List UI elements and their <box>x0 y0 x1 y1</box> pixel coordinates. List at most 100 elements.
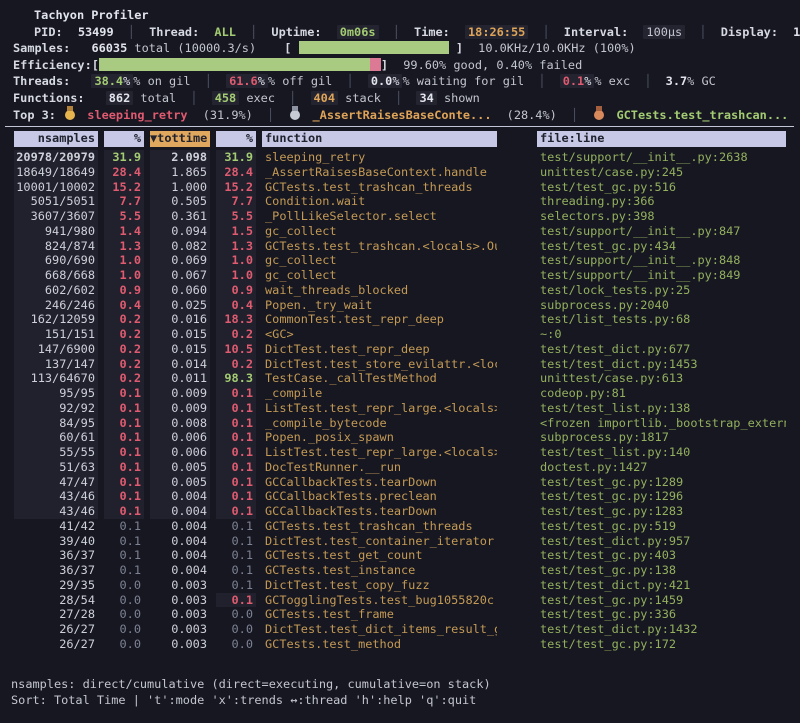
cell-tottime: 0.094 <box>150 224 210 239</box>
cell-nsamples: 151/151 <box>14 327 98 342</box>
table-row[interactable]: 162/12059 0.2 0.016 18.3 CommonTest.test… <box>0 312 800 327</box>
top3-function-2[interactable]: _AssertRaisesBaseConte... <box>313 108 492 122</box>
cell-function: DictTest.test_copy_fuzz <box>262 578 497 593</box>
col-header-function[interactable]: function <box>262 131 497 147</box>
cell-pct-direct: 0.1 <box>104 401 144 416</box>
gold-medal-icon <box>65 110 75 120</box>
samples-count: 66035 <box>91 41 127 55</box>
table-row[interactable]: 29/35 0.0 0.003 0.1 DictTest.test_copy_f… <box>0 578 800 593</box>
cell-pct-cum: 0.1 <box>216 416 256 431</box>
cell-file: test/test_gc.py:172 <box>537 637 786 652</box>
top3-function-1[interactable]: sleeping_retry <box>87 108 187 122</box>
cell-pct-cum: 15.2 <box>216 180 256 195</box>
cell-pct-direct: 0.1 <box>104 548 144 563</box>
cell-nsamples: 147/6900 <box>14 342 98 357</box>
cell-file: test/test_gc.py:516 <box>537 180 786 195</box>
col-header-tottime-sorted[interactable]: ▼tottime <box>150 131 210 147</box>
cell-pct-direct: 31.9 <box>104 150 144 165</box>
table-row[interactable]: 55/55 0.1 0.006 0.1 ListTest.test_repr_l… <box>0 445 800 460</box>
table-row[interactable]: 824/874 1.3 0.082 1.3 GCTests.test_trash… <box>0 239 800 254</box>
efficiency-result-text: 99.60% good, 0.40% failed <box>403 58 582 72</box>
threads-exc-value: 0.1 <box>563 74 584 88</box>
cell-function: DictTest.test_repr_deep <box>262 342 497 357</box>
cell-file: threading.py:366 <box>537 194 786 209</box>
col-header-file-line[interactable]: file:line <box>537 131 786 147</box>
cell-pct-direct: 0.1 <box>104 416 144 431</box>
cell-function: _PollLikeSelector.select <box>262 209 497 224</box>
cell-function: GCCallbackTests.tearDown <box>262 475 497 490</box>
table-row[interactable]: 84/95 0.1 0.008 0.1 _compile_bytecode <f… <box>0 416 800 431</box>
table-row[interactable]: 28/54 0.0 0.003 0.1 GCTogglingTests.test… <box>0 593 800 608</box>
table-row[interactable]: 137/147 0.2 0.014 0.2 DictTest.test_stor… <box>0 357 800 372</box>
function-table: 20978/20979 31.9 2.098 31.9 sleeping_ret… <box>0 150 800 652</box>
cell-nsamples: 137/147 <box>14 357 98 372</box>
threads-waiting-value: 0.0 <box>371 74 392 88</box>
table-row[interactable]: 3607/3607 5.5 0.361 5.5 _PollLikeSelecto… <box>0 209 800 224</box>
cell-nsamples: 95/95 <box>14 386 98 401</box>
table-row[interactable]: 113/64670 0.2 0.011 98.3 TestCase._callT… <box>0 371 800 386</box>
cell-pct-direct: 0.1 <box>104 430 144 445</box>
cell-pct-direct: 0.0 <box>104 607 144 622</box>
top3-line: Top 3: sleeping_retry (31.9%) │ _AssertR… <box>0 107 800 124</box>
table-row[interactable]: 690/690 1.0 0.069 1.0 gc_collect test/su… <box>0 253 800 268</box>
table-row[interactable]: 51/63 0.1 0.005 0.1 DocTestRunner.__run … <box>0 460 800 475</box>
cell-function: _compile_bytecode <box>262 416 497 431</box>
col-header-nsamples[interactable]: nsamples <box>14 131 98 147</box>
separator: │ <box>531 74 552 88</box>
cell-function: GCTests.test_trashcan_threads <box>262 180 497 195</box>
table-row[interactable]: 39/40 0.1 0.004 0.1 DictTest.test_contai… <box>0 534 800 549</box>
table-row[interactable]: 10001/10002 15.2 1.000 15.2 GCTests.test… <box>0 180 800 195</box>
table-row[interactable]: 147/6900 0.2 0.015 10.5 DictTest.test_re… <box>0 342 800 357</box>
cell-pct-direct: 0.1 <box>104 519 144 534</box>
table-row[interactable]: 26/27 0.0 0.003 0.0 DictTest.test_dict_i… <box>0 622 800 637</box>
table-row[interactable]: 941/980 1.4 0.094 1.5 gc_collect test/su… <box>0 224 800 239</box>
table-row[interactable]: 151/151 0.2 0.015 0.2 <GC> ~:0 <box>0 327 800 342</box>
table-row[interactable]: 60/61 0.1 0.006 0.1 Popen._posix_spawn s… <box>0 430 800 445</box>
table-row[interactable]: 5051/5051 7.7 0.505 7.7 Condition.wait t… <box>0 194 800 209</box>
table-row[interactable]: 43/46 0.1 0.004 0.1 GCCallbackTests.tear… <box>0 504 800 519</box>
top3-function-3[interactable]: GCTests.test_trashcan... <box>616 108 788 122</box>
cell-file: test/support/__init__.py:849 <box>537 268 786 283</box>
table-row[interactable]: 26/27 0.0 0.003 0.0 GCTests.test_method … <box>0 637 800 652</box>
table-row[interactable]: 246/246 0.4 0.025 0.4 Popen._try_wait su… <box>0 298 800 313</box>
cell-pct-cum: 28.4 <box>216 165 256 180</box>
cell-nsamples: 84/95 <box>14 416 98 431</box>
cell-pct-direct: 0.0 <box>104 578 144 593</box>
cell-file: test/test_dict.py:957 <box>537 534 786 549</box>
cell-pct-direct: 0.2 <box>104 357 144 372</box>
cell-file: test/test_gc.py:403 <box>537 548 786 563</box>
efficiency-label: Efficiency: <box>13 58 92 72</box>
table-row[interactable]: 92/92 0.1 0.009 0.1 ListTest.test_repr_l… <box>0 401 800 416</box>
cell-tottime: 1.865 <box>150 165 210 180</box>
table-row[interactable]: 95/95 0.1 0.009 0.1 _compile codeop.py:8… <box>0 386 800 401</box>
col-header-pct-cum[interactable]: % <box>216 131 256 147</box>
top3-pct-1: (31.9%) <box>203 108 253 122</box>
cell-tottime: 0.005 <box>150 475 210 490</box>
efficiency-failed-segment <box>370 58 381 71</box>
table-row[interactable]: 602/602 0.9 0.060 0.9 wait_threads_block… <box>0 283 800 298</box>
cell-function: Popen._try_wait <box>262 298 497 313</box>
table-row[interactable]: 36/37 0.1 0.004 0.1 GCTests.test_get_cou… <box>0 548 800 563</box>
table-row[interactable]: 27/28 0.0 0.003 0.0 GCTests.test_frame t… <box>0 607 800 622</box>
thread-value[interactable]: ALL <box>214 25 235 39</box>
table-row[interactable]: 20978/20979 31.9 2.098 31.9 sleeping_ret… <box>0 150 800 165</box>
table-row[interactable]: 43/46 0.1 0.004 0.1 GCCallbackTests.prec… <box>0 489 800 504</box>
cell-file: doctest.py:1427 <box>537 460 786 475</box>
table-row[interactable]: 41/42 0.1 0.004 0.1 GCTests.test_trashca… <box>0 519 800 534</box>
cell-file: test/lock_tests.py:25 <box>537 283 786 298</box>
separator: │ <box>386 25 407 39</box>
cell-pct-direct: 0.1 <box>104 386 144 401</box>
cell-function: gc_collect <box>262 224 497 239</box>
table-row[interactable]: 668/668 1.0 0.067 1.0 gc_collect test/su… <box>0 268 800 283</box>
cell-nsamples: 29/35 <box>14 578 98 593</box>
cell-pct-cum: 0.9 <box>216 283 256 298</box>
cell-pct-cum: 18.3 <box>216 312 256 327</box>
cell-function: GCTests.test_instance <box>262 563 497 578</box>
table-row[interactable]: 47/47 0.1 0.005 0.1 GCCallbackTests.tear… <box>0 475 800 490</box>
table-row[interactable]: 36/37 0.1 0.004 0.1 GCTests.test_instanc… <box>0 563 800 578</box>
cell-pct-cum: 7.7 <box>216 194 256 209</box>
table-row[interactable]: 18649/18649 28.4 1.865 28.4 _AssertRaise… <box>0 165 800 180</box>
time-label: Time: <box>414 25 450 39</box>
col-header-pct-direct[interactable]: % <box>104 131 144 147</box>
pid-value: 53499 <box>78 25 114 39</box>
